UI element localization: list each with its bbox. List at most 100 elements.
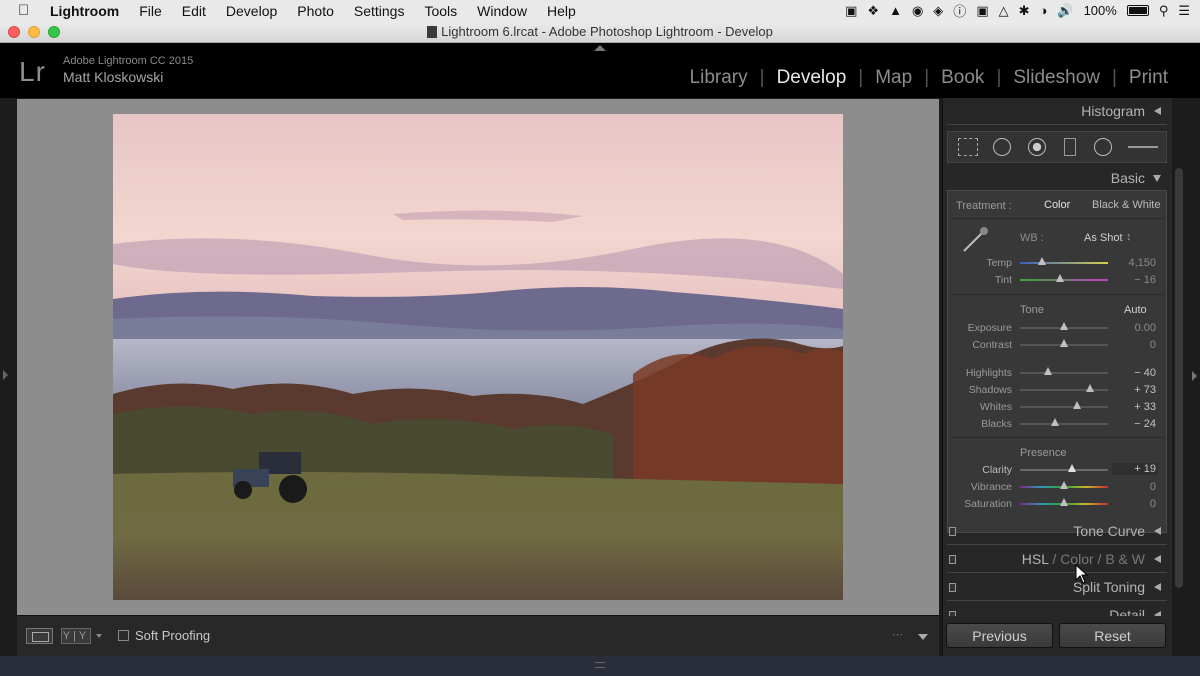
- split-toning-expand-icon[interactable]: [1154, 583, 1161, 591]
- before-after-button[interactable]: Y|Y: [61, 628, 91, 644]
- notification-icon[interactable]: ☰: [1178, 3, 1190, 19]
- shadows-slider-thumb[interactable]: [1086, 384, 1095, 392]
- treatment-color-option[interactable]: Color: [1044, 199, 1070, 211]
- tint-value[interactable]: − 16: [1122, 274, 1156, 286]
- module-book[interactable]: Book: [929, 67, 996, 89]
- before-after-dropdown-icon[interactable]: [96, 634, 102, 638]
- landscape-photo[interactable]: [113, 114, 843, 600]
- menu-tools[interactable]: Tools: [424, 3, 457, 19]
- filmstrip-grip-icon[interactable]: [595, 662, 605, 668]
- saturation-slider-thumb[interactable]: [1060, 498, 1068, 506]
- tint-slider[interactable]: [1020, 279, 1108, 281]
- exposure-value[interactable]: 0.00: [1122, 322, 1156, 334]
- cc-icon[interactable]: ◉: [912, 3, 923, 19]
- whites-value[interactable]: + 33: [1122, 401, 1156, 413]
- temp-slider-thumb[interactable]: [1038, 257, 1046, 265]
- split-toning-switch[interactable]: [949, 583, 956, 592]
- shadows-value[interactable]: + 73: [1122, 384, 1156, 396]
- evernote-icon[interactable]: ◈: [933, 3, 943, 19]
- temp-value[interactable]: 4,150: [1122, 257, 1156, 269]
- previous-button[interactable]: Previous: [946, 623, 1053, 648]
- camera-icon[interactable]: ▣: [845, 3, 857, 19]
- bw-tab[interactable]: B & W: [1105, 551, 1145, 567]
- contrast-value[interactable]: 0: [1122, 339, 1156, 351]
- highlights-value[interactable]: − 40: [1122, 367, 1156, 379]
- menu-develop[interactable]: Develop: [226, 3, 277, 19]
- tone-curve-switch[interactable]: [949, 527, 956, 536]
- split-toning-panel-header[interactable]: Split Toning: [947, 574, 1167, 600]
- expand-left-panel-icon[interactable]: [3, 370, 8, 380]
- menu-window[interactable]: Window: [477, 3, 527, 19]
- menu-help[interactable]: Help: [547, 3, 576, 19]
- blacks-value[interactable]: − 24: [1122, 418, 1156, 430]
- spot-removal-tool-icon[interactable]: [993, 138, 1011, 156]
- soft-proofing-checkbox[interactable]: [118, 630, 129, 641]
- highlights-slider[interactable]: [1020, 372, 1108, 374]
- drive-icon[interactable]: ▲: [889, 3, 902, 18]
- bluetooth-icon[interactable]: ✱: [1019, 3, 1030, 19]
- adjustment-brush-tool-icon[interactable]: [1128, 146, 1158, 148]
- whites-slider-thumb[interactable]: [1073, 401, 1082, 409]
- histogram-panel-header[interactable]: Histogram: [947, 98, 1167, 124]
- menu-photo[interactable]: Photo: [297, 3, 334, 19]
- battery-icon[interactable]: [1126, 5, 1149, 16]
- clarity-value[interactable]: + 19: [1112, 463, 1158, 475]
- module-map[interactable]: Map: [863, 67, 924, 89]
- basic-panel-header[interactable]: Basic: [947, 165, 1167, 191]
- detail-expand-icon[interactable]: [1154, 611, 1161, 616]
- mirroring-icon[interactable]: ▣: [976, 3, 988, 19]
- collapse-top-panel-icon[interactable]: [594, 45, 606, 51]
- temp-slider[interactable]: [1020, 262, 1108, 264]
- close-window-button[interactable]: [8, 26, 20, 38]
- filmstrip-collapsed[interactable]: [0, 656, 1200, 676]
- reset-button[interactable]: Reset: [1059, 623, 1166, 648]
- vibrance-value[interactable]: 0: [1122, 481, 1156, 493]
- clarity-slider[interactable]: [1020, 469, 1108, 471]
- collapse-right-panel-icon[interactable]: [1192, 371, 1197, 381]
- hsl-tab[interactable]: HSL: [1022, 551, 1049, 567]
- treatment-bw-option[interactable]: Black & White: [1092, 199, 1160, 211]
- hsl-switch[interactable]: [949, 555, 956, 564]
- whites-slider[interactable]: [1020, 406, 1108, 408]
- minimize-window-button[interactable]: [28, 26, 40, 38]
- red-eye-tool-icon[interactable]: [1028, 138, 1046, 156]
- blacks-slider-thumb[interactable]: [1051, 418, 1060, 426]
- module-library[interactable]: Library: [678, 67, 760, 89]
- wb-select[interactable]: As Shot: [1084, 232, 1123, 244]
- tone-curve-expand-icon[interactable]: [1154, 527, 1161, 535]
- menu-settings[interactable]: Settings: [354, 3, 405, 19]
- clarity-slider-thumb[interactable]: [1067, 464, 1076, 472]
- wb-select-arrows-icon[interactable]: ↕: [1126, 231, 1132, 243]
- left-panel-collapsed[interactable]: [0, 98, 16, 656]
- shadows-slider[interactable]: [1020, 389, 1108, 391]
- wifi-icon[interactable]: ◑: [1040, 3, 1048, 18]
- right-panel-scrollbar[interactable]: [1175, 168, 1183, 588]
- auto-tone-button[interactable]: Auto: [1124, 304, 1147, 316]
- white-balance-eyedropper-icon[interactable]: [960, 225, 990, 255]
- exposure-slider-thumb[interactable]: [1060, 322, 1068, 330]
- hsl-panel-header[interactable]: HSL / Color / B & W: [947, 546, 1167, 572]
- menu-file[interactable]: File: [139, 3, 162, 19]
- tone-curve-panel-header[interactable]: Tone Curve: [947, 518, 1167, 544]
- hsl-expand-icon[interactable]: [1154, 555, 1161, 563]
- radial-filter-tool-icon[interactable]: [1094, 138, 1112, 156]
- detail-panel-header[interactable]: Detail: [947, 602, 1167, 616]
- vibrance-slider-thumb[interactable]: [1060, 481, 1068, 489]
- menu-edit[interactable]: Edit: [182, 3, 206, 19]
- saturation-value[interactable]: 0: [1122, 498, 1156, 510]
- loupe-view-button[interactable]: [26, 628, 53, 644]
- search-icon[interactable]: ⚲: [1159, 3, 1169, 19]
- crop-tool-icon[interactable]: [958, 138, 978, 156]
- blacks-slider[interactable]: [1020, 423, 1108, 425]
- tint-slider-thumb[interactable]: [1055, 274, 1064, 282]
- info-icon[interactable]: ⓘ: [953, 1, 966, 20]
- apple-icon[interactable]: : [18, 2, 34, 19]
- graduated-filter-tool-icon[interactable]: [1064, 138, 1076, 156]
- histogram-expand-icon[interactable]: [1154, 107, 1161, 115]
- module-develop[interactable]: Develop: [765, 67, 859, 89]
- contrast-slider-thumb[interactable]: [1060, 339, 1068, 347]
- dropbox-icon[interactable]: ❖: [867, 3, 879, 19]
- module-print[interactable]: Print: [1117, 67, 1180, 89]
- soft-proofing-toggle[interactable]: Soft Proofing: [118, 628, 210, 643]
- volume-icon[interactable]: 🔊: [1057, 3, 1073, 19]
